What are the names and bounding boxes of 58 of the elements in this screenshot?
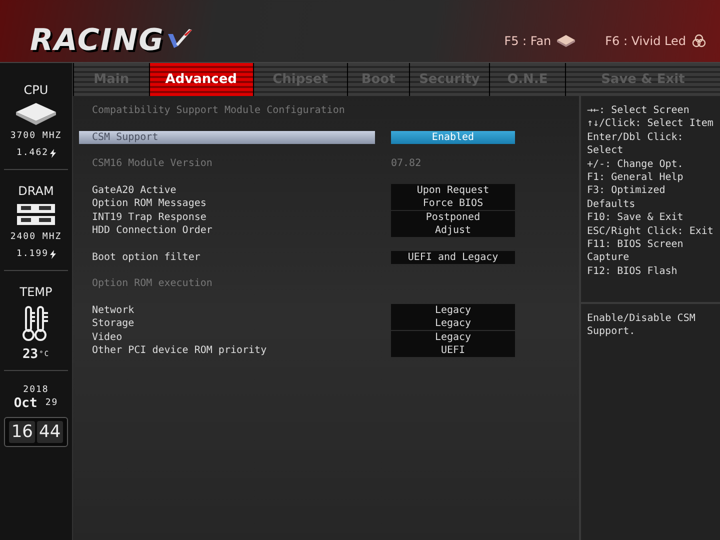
help-key-line: →←: Select Screen	[587, 104, 690, 118]
cpu-title: CPU	[24, 83, 48, 97]
help-key-line: F1: General Help	[587, 171, 684, 184]
setting-value[interactable]: Force BIOS	[391, 197, 515, 210]
setting-label[interactable]: Option ROM Messages	[79, 197, 375, 210]
setting-value[interactable]: Upon Request	[391, 184, 515, 197]
setting-label[interactable]: Video	[79, 330, 375, 344]
setting-label: CSM16 Module Version	[91, 157, 214, 170]
help-key-line: ↑↓/Click: Select Item	[587, 117, 714, 131]
setting-label[interactable]: CSM Support	[79, 130, 375, 144]
cpu-voltage: 1.462	[16, 148, 49, 159]
setting-value[interactable]: Legacy	[391, 330, 515, 344]
hotkey-label[interactable]: F6 : Vivid Led	[605, 34, 686, 48]
bolt-icon	[50, 149, 56, 158]
cpu-speed: 3700 MHZ	[10, 131, 62, 142]
help-key-line: ESC/Right Click: Exit	[587, 224, 714, 238]
help-key-line: F10: Save & Exit	[587, 211, 684, 225]
dram-speed: 2400 MHZ	[10, 232, 62, 243]
setting-value[interactable]: Legacy	[391, 317, 515, 330]
hotkey-label[interactable]: F5 : Fan	[504, 34, 552, 48]
clock-minutes: 44	[37, 421, 63, 443]
setting-label[interactable]: Other PCI device ROM priority	[79, 344, 375, 358]
setting-value[interactable]: UEFI and Legacy	[391, 250, 515, 264]
setting-label[interactable]: Boot option filter	[79, 250, 375, 264]
setting-label[interactable]: GateA20 Active	[79, 184, 375, 197]
date-month: Oct	[14, 398, 38, 409]
setting-label[interactable]: INT19 Trap Response	[79, 210, 375, 224]
help-key-line: F11: BIOS Screen Capture	[587, 238, 684, 265]
date-day: 29	[45, 398, 58, 409]
temp-title: TEMP	[20, 285, 52, 299]
bolt-icon	[50, 250, 56, 259]
help-key-line: F3: Optimized Defaults	[587, 184, 666, 212]
section-heading: Compatibility Support Module Configuration	[91, 104, 346, 118]
setting-value[interactable]: Postponed	[391, 210, 515, 224]
setting-label[interactable]: Network	[79, 304, 375, 317]
cpu-chip-icon	[16, 103, 56, 125]
help-key-line: +/-: Change Opt.	[587, 158, 684, 172]
dram-title: DRAM	[18, 184, 54, 198]
setting-value: 07.82	[391, 158, 422, 170]
memory-module-icon	[17, 204, 55, 226]
clock-hours: 16	[9, 421, 35, 443]
dram-voltage: 1.199	[16, 249, 49, 260]
help-key-line: Enter/Dbl Click: Select	[587, 130, 684, 158]
section-heading: Option ROM execution	[91, 277, 214, 290]
setting-label[interactable]: Storage	[79, 317, 375, 330]
setting-value[interactable]: UEFI	[391, 344, 515, 358]
logo: RACING	[30, 22, 164, 58]
circles-icon	[692, 34, 706, 48]
help-key-line: F12: BIOS Flash	[587, 264, 678, 278]
temperature-value: 23	[22, 349, 38, 360]
setting-value[interactable]: Legacy	[391, 304, 515, 317]
chip-icon	[557, 35, 576, 47]
thermometer-icon	[21, 305, 51, 343]
item-description: Enable/Disable CSM Support.	[586, 312, 696, 340]
setting-value[interactable]: Adjust	[391, 224, 515, 238]
date-year: 2018	[23, 385, 49, 395]
tab[interactable]: Advanced	[148, 63, 253, 96]
setting-label[interactable]: HDD Connection Order	[79, 224, 375, 238]
